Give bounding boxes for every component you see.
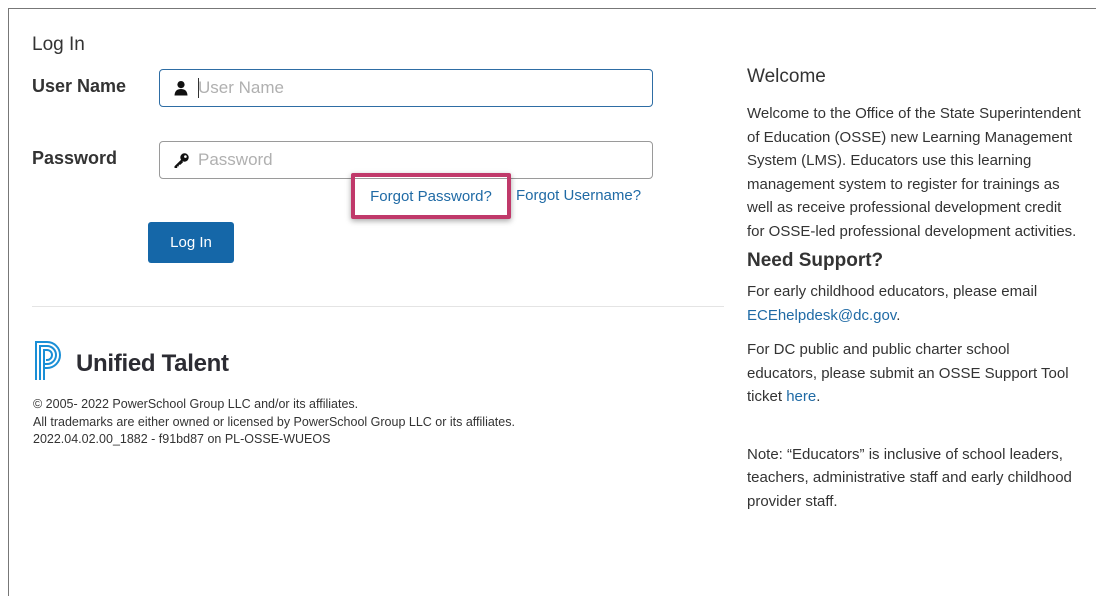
version-text: 2022.04.02.00_1882 - f91bd87 on PL-OSSE-… xyxy=(33,432,331,446)
password-input[interactable] xyxy=(192,150,638,170)
support-heading: Need Support? xyxy=(747,250,884,271)
username-label: User Name xyxy=(32,76,127,96)
key-icon xyxy=(170,152,192,169)
note-text: Note: “Educators” is inclusive of school… xyxy=(747,445,1072,510)
forgot-password-highlight: Forgot Password? xyxy=(351,173,511,219)
username-field[interactable] xyxy=(159,69,653,107)
dc-support: For DC public and public charter school … xyxy=(747,338,1082,409)
username-input[interactable] xyxy=(192,78,638,98)
login-title: Log In xyxy=(32,34,85,55)
divider xyxy=(32,306,724,307)
period: . xyxy=(896,306,901,324)
email-link[interactable]: ECEhelpdesk@dc.gov xyxy=(747,307,896,324)
forgot-username-link[interactable]: Forgot Username? xyxy=(516,187,641,204)
forgot-password-link[interactable]: Forgot Password? xyxy=(370,188,492,205)
period: . xyxy=(816,388,821,405)
support-ticket-link[interactable]: here xyxy=(786,388,816,405)
early-childhood-text: For early childhood educators, please em… xyxy=(747,283,1038,300)
user-icon xyxy=(170,80,192,96)
legal-notice: © 2005- 2022 PowerSchool Group LLC and/o… xyxy=(33,396,553,449)
brand-name: Unified Talent xyxy=(76,349,229,377)
trademark-text: All trademarks are either owned or licen… xyxy=(33,414,515,429)
early-childhood-support: For early childhood educators, please em… xyxy=(747,280,1082,327)
login-button[interactable]: Log In xyxy=(148,222,234,263)
powerschool-p-logo-icon xyxy=(34,340,66,387)
welcome-text: Welcome to the Office of the State Super… xyxy=(747,105,1081,240)
copyright-text: © 2005- 2022 PowerSchool Group LLC and/o… xyxy=(33,397,359,411)
brand-logo: Unified Talent xyxy=(34,340,229,387)
password-label: Password xyxy=(32,148,118,168)
info-panel: Welcome Welcome to the Office of the Sta… xyxy=(747,66,1082,513)
welcome-heading: Welcome xyxy=(747,66,826,87)
